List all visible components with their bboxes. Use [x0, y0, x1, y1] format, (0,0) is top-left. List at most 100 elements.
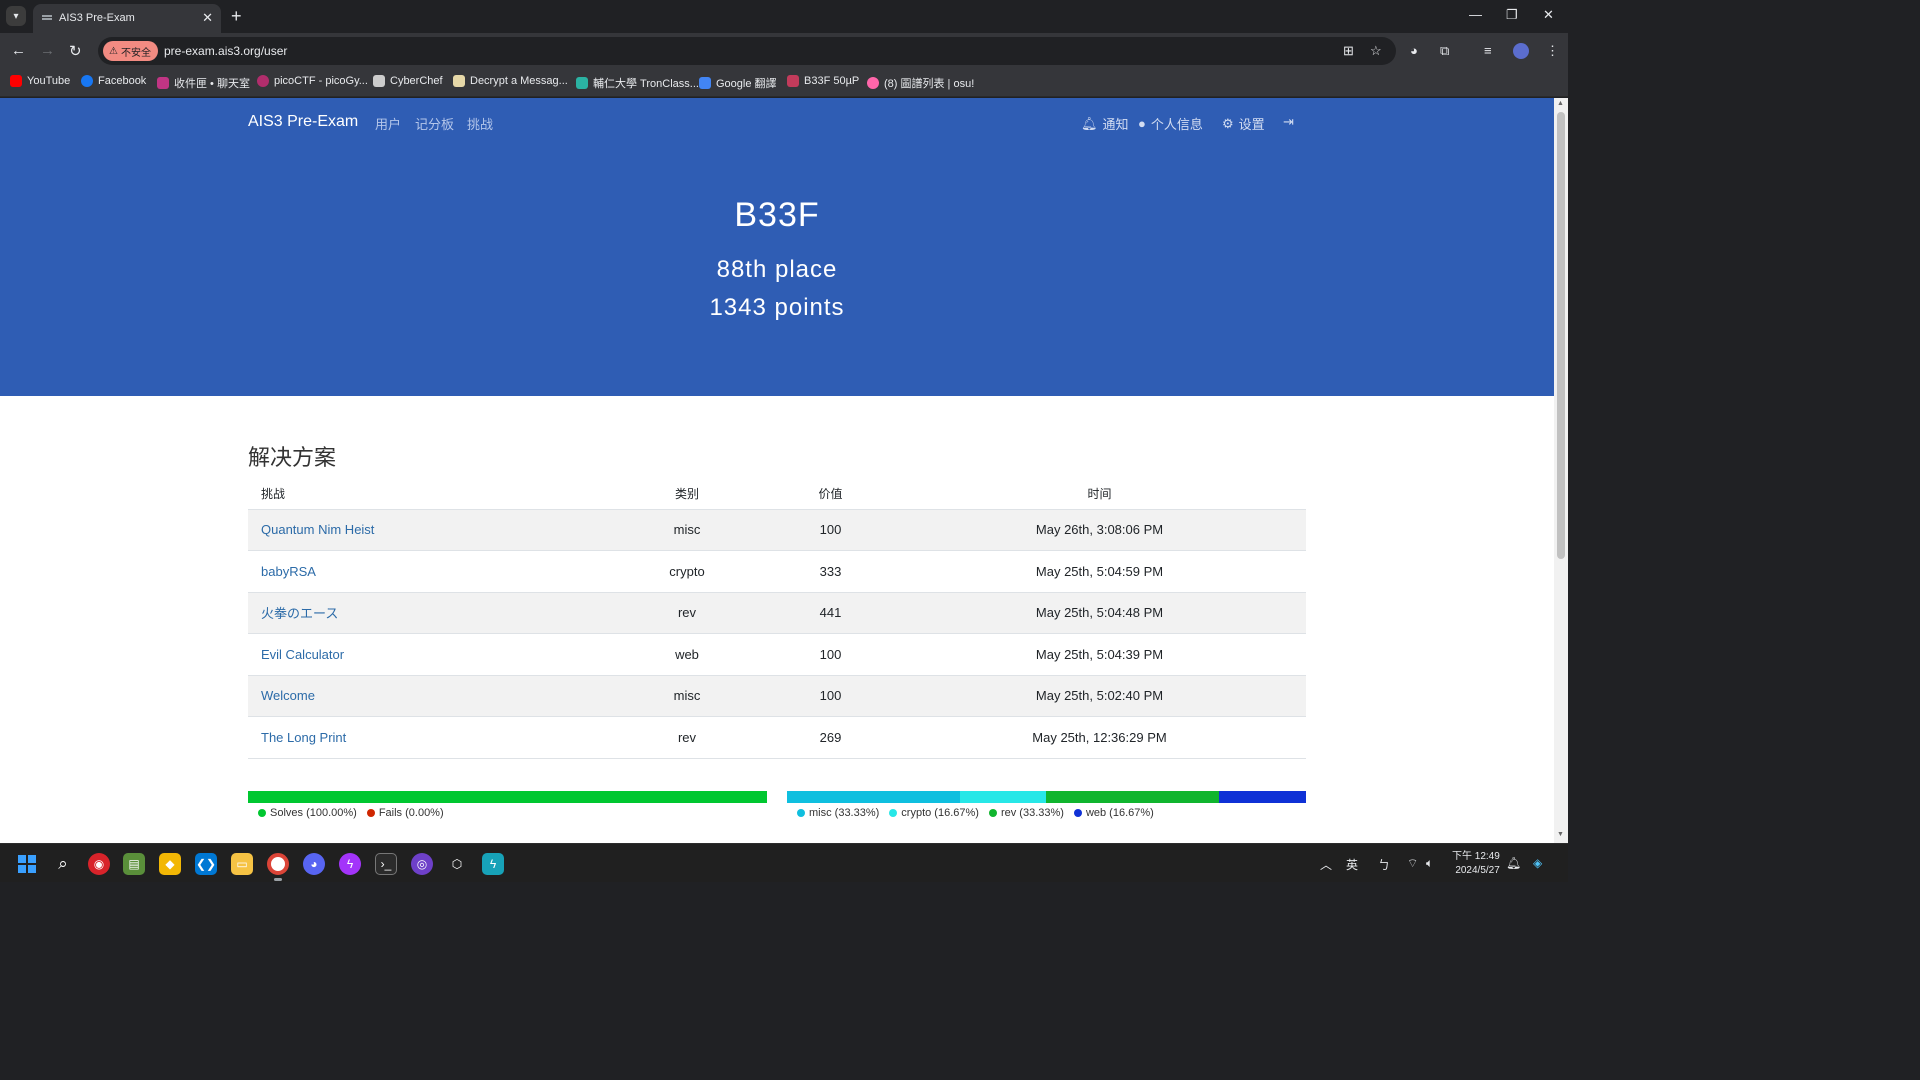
scrollbar-thumb[interactable] — [1557, 112, 1565, 559]
challenge-link[interactable]: Quantum Nim Heist — [248, 508, 606, 551]
challenge-link[interactable]: Evil Calculator — [248, 633, 606, 675]
forward-icon[interactable]: → — [40, 42, 55, 59]
extensions-puzzle-icon[interactable]: ⧉ — [1440, 43, 1449, 59]
legend-dot-icon — [258, 809, 266, 817]
challenge-link[interactable]: 火拳のエース — [248, 591, 606, 634]
table-row: Welcome misc 100 May 25th, 5:02:40 PM — [248, 674, 1306, 717]
bookmark-osu[interactable]: (8) 圖譜列表 | osu! — [867, 75, 974, 91]
app-red-icon[interactable]: ◉ — [88, 853, 110, 875]
bookmark-picoctf[interactable]: picoCTF - picoGy... — [257, 75, 368, 87]
user-circle-icon: ● — [1138, 116, 1146, 131]
close-window-icon[interactable]: ✕ — [1543, 7, 1554, 23]
windows-taskbar: ⌕ ◉ ▤ ◆ ❮❯ ▭ ◕ ϟ ›_ ◎ ⬡ ϟ ︿ 英 ㄅ ⌔ 🔈︎ 下午 … — [0, 843, 1568, 882]
address-bar[interactable]: ⚠ 不安全 pre-exam.ais3.org/user ⊞ ☆ — [98, 37, 1396, 65]
scroll-down-icon[interactable]: ▼ — [1557, 831, 1564, 838]
bookmark-star-icon[interactable]: ☆ — [1370, 43, 1382, 59]
legend-dot-icon — [988, 809, 997, 817]
menu-kebab-icon[interactable]: ⋮ — [1546, 43, 1559, 59]
tab-search-button[interactable]: ▾ — [6, 6, 26, 26]
category-cell: misc — [606, 508, 768, 551]
app-bolt-icon[interactable]: ϟ — [482, 853, 504, 875]
bookmark-instagram-inbox[interactable]: 收件匣 • 聊天室 — [157, 75, 250, 91]
nav-challenges-link[interactable]: 挑战 — [467, 114, 493, 133]
page-scrollbar[interactable]: ▲ ▼ — [1554, 98, 1568, 843]
scroll-up-icon[interactable]: ▲ — [1557, 100, 1564, 107]
copilot-icon[interactable]: ◈ — [1533, 856, 1542, 870]
challenge-link[interactable]: babyRSA — [248, 550, 606, 592]
system-clock[interactable]: 下午 12:49 2024/5/27 — [1452, 850, 1500, 878]
value-cell: 100 — [768, 508, 893, 551]
legend-fails[interactable]: Fails (0.00%) — [366, 807, 444, 819]
tray-overflow-icon[interactable]: ︿ — [1320, 856, 1332, 873]
bookmark-decrypt[interactable]: Decrypt a Messag... — [453, 75, 568, 87]
ime-language-indicator[interactable]: 英 — [1346, 856, 1358, 873]
legend-dot-icon — [1073, 809, 1082, 817]
bookmark-label: Facebook — [98, 75, 147, 87]
time-cell: May 25th, 5:04:39 PM — [893, 633, 1306, 675]
notification-bell-icon[interactable]: 🔔︎ — [1506, 856, 1521, 870]
challenge-link[interactable]: Welcome — [248, 674, 606, 717]
discord-icon[interactable]: ◕ — [303, 853, 325, 875]
nav-notifications-link[interactable]: 🔔︎ 通知 — [1081, 114, 1129, 133]
legend-rev[interactable]: rev (33.33%) — [988, 807, 1064, 819]
extension-icon[interactable]: ◕ — [1410, 43, 1418, 58]
legend-solves[interactable]: Solves (100.00%) — [258, 807, 357, 819]
bookmark-label: CyberChef — [390, 75, 443, 87]
bookmark-label: Google 翻譯 — [716, 78, 777, 90]
bookmark-tronclass[interactable]: 輔仁大學 TronClass... — [576, 75, 699, 91]
virtualbox-icon[interactable]: ⬡ — [446, 853, 468, 875]
solve-ratio-bar — [248, 791, 767, 803]
minimize-icon[interactable]: — — [1469, 7, 1482, 22]
windows-start-icon[interactable] — [16, 853, 38, 875]
url-text[interactable]: pre-exam.ais3.org/user — [164, 44, 287, 58]
notepad-icon[interactable]: ▤ — [123, 853, 145, 875]
bookmark-google-translate[interactable]: Google 翻譯 — [699, 75, 777, 91]
legend-label: misc (33.33%) — [809, 807, 880, 819]
messenger-icon[interactable]: ϟ — [339, 853, 361, 875]
back-icon[interactable]: ← — [11, 42, 26, 59]
legend-crypto[interactable]: crypto (16.67%) — [889, 807, 979, 819]
vscode-icon[interactable]: ❮❯ — [195, 853, 217, 875]
volume-icon[interactable]: 🔈︎ — [1426, 856, 1433, 871]
new-tab-button[interactable]: + — [231, 6, 242, 26]
tab-close-button[interactable]: ✕ — [202, 10, 213, 26]
value-cell: 100 — [768, 674, 893, 717]
nav-scoreboard-link[interactable]: 记分板 — [415, 114, 454, 133]
logout-icon[interactable]: ⇥ — [1283, 114, 1294, 130]
page-viewport: AIS3 Pre-Exam 用户 记分板 挑战 🔔︎ 通知 ● 个人信息 ⚙ 设… — [0, 98, 1568, 843]
bar-segment-crypto — [959, 791, 1047, 803]
nav-profile-link[interactable]: ● 个人信息 — [1138, 114, 1203, 133]
reload-icon[interactable]: ↻ — [69, 42, 82, 60]
profile-avatar[interactable] — [1513, 43, 1529, 59]
challenge-link[interactable]: The Long Print — [248, 716, 606, 759]
translate-icon[interactable]: ⊞ — [1343, 43, 1354, 59]
file-explorer-icon[interactable]: ▭ — [231, 853, 253, 875]
bookmark-facebook[interactable]: Facebook — [81, 75, 146, 87]
not-secure-chip[interactable]: ⚠ 不安全 — [103, 41, 158, 61]
browser-tab-active[interactable]: AIS3 Pre-Exam ✕ — [33, 4, 221, 33]
bar-segment-rev — [1046, 791, 1220, 803]
bookmark-youtube[interactable]: YouTube — [10, 75, 70, 87]
reading-list-icon[interactable]: ≡ — [1484, 43, 1492, 58]
github-desktop-icon[interactable]: ◎ — [411, 853, 433, 875]
nav-profile-label: 个人信息 — [1150, 117, 1203, 132]
bookmark-b33f[interactable]: B33F 50µP — [787, 75, 859, 87]
hero-banner: AIS3 Pre-Exam 用户 记分板 挑战 🔔︎ 通知 ● 个人信息 ⚙ 设… — [0, 98, 1554, 396]
ime-mode-icon[interactable]: ㄅ — [1378, 856, 1390, 873]
bookmark-cyberchef[interactable]: CyberChef — [373, 75, 443, 87]
chrome-icon[interactable] — [267, 853, 289, 875]
sublime-icon[interactable]: ◆ — [159, 853, 181, 875]
wifi-icon[interactable]: ⌔ — [1407, 856, 1418, 871]
cyberchef-icon — [373, 75, 385, 87]
nav-settings-link[interactable]: ⚙ 设置 — [1222, 114, 1265, 133]
search-icon[interactable]: ⌕ — [52, 853, 74, 875]
legend-label: rev (33.33%) — [1000, 807, 1064, 819]
legend-web[interactable]: web (16.67%) — [1073, 807, 1154, 819]
time-cell: May 25th, 5:04:48 PM — [893, 591, 1306, 634]
team-points: 1343 points — [709, 294, 845, 321]
nav-users-link[interactable]: 用户 — [375, 114, 401, 133]
terminal-icon[interactable]: ›_ — [375, 853, 397, 875]
restore-icon[interactable]: ❐ — [1506, 7, 1518, 23]
legend-misc[interactable]: misc (33.33%) — [797, 807, 879, 819]
site-brand-link[interactable]: AIS3 Pre-Exam — [248, 113, 358, 131]
